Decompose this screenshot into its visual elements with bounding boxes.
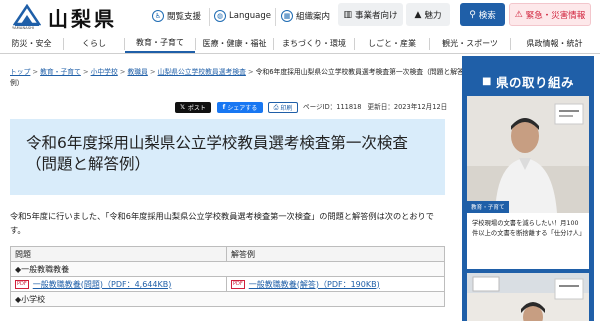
kitchen-photo-icon [467, 273, 589, 321]
pdf-icon: PDF [15, 279, 29, 289]
section-elementary: ◆小学校 [10, 291, 445, 307]
table-cell: PDF 一般教職教養(問題)（PDF：4,644KB) [10, 276, 227, 292]
mountain-icon: ▲ [414, 9, 422, 20]
language-label: Language [229, 11, 271, 21]
initiative-card-caption[interactable]: 学校現場の文書を減らしたい！月100件以上の文書を断捨離する「仕分け人」 [467, 213, 589, 269]
nav-item-industry[interactable]: しごと・産業 [355, 34, 429, 53]
page-title: 令和6年度採用山梨県公立学校教員選考検査第一次検査（問題と解答例） [26, 134, 408, 173]
organization-label: 組織案内 [296, 12, 331, 22]
breadcrumb-link-exam[interactable]: 山梨県公立学校教員選考検査 [158, 68, 246, 76]
table-cell: PDF 一般教職教養(解答)（PDF：190KB) [226, 276, 445, 292]
charm-label: 魅力 [424, 10, 442, 21]
general-answer-pdf-link[interactable]: 一般教職教養(解答)（PDF：190KB) [249, 280, 380, 289]
table-header-answer: 解答例 [226, 246, 445, 262]
charm-button[interactable]: ▲ 魅力 [406, 3, 450, 26]
breadcrumb-link-teachers[interactable]: 教職員 [127, 68, 147, 76]
page-title-box: 令和6年度採用山梨県公立学校教員選考検査第一次検査（問題と解答例） [10, 119, 445, 195]
table-header-question: 問題 [10, 246, 227, 262]
sidebar-title-label: 県の取り組み [495, 74, 574, 90]
breadcrumb-separator: > [32, 68, 39, 76]
warning-icon: ⚠ [514, 9, 523, 20]
breadcrumb-link-top[interactable]: トップ [10, 68, 30, 76]
emergency-label: 緊急・災害情報 [525, 10, 586, 21]
logo-sub: YAMANASHI [12, 26, 35, 30]
pdf-icon: PDF [231, 279, 245, 289]
breadcrumb-link-schools[interactable]: 小中学校 [91, 68, 118, 76]
accessibility-label: 閲覧支援 [167, 12, 202, 22]
breadcrumb-separator: > [82, 68, 89, 76]
initiative-card-image[interactable]: 教育・子育て [467, 96, 589, 213]
initiatives-sidebar: ■ 県の取り組み 教育・子育て 学校現場の文書を減らしたい！月100件以上の文書… [462, 56, 594, 321]
print-button[interactable]: ⎙ 印刷 [268, 102, 298, 113]
yamanashi-logo-icon[interactable] [13, 4, 41, 28]
nav-item-government[interactable]: 県政情報・統計 [511, 34, 598, 53]
updated-date: 更新日：2023年12月12日 [367, 103, 448, 111]
search-label: 検索 [478, 10, 496, 21]
search-icon: ⚲ [469, 9, 476, 20]
header-divider [209, 8, 210, 26]
x-post-label: ポスト [187, 105, 206, 112]
breadcrumb-link-education[interactable]: 教育・子育て [40, 68, 81, 76]
table-header-row: 問題 解答例 [10, 246, 445, 262]
breadcrumb-separator: > [119, 68, 126, 76]
global-nav: 防災・安全 くらし 教育・子育て 医療・健康・福祉 まちづくり・環境 しごと・産… [0, 34, 600, 54]
language-link[interactable]: ◍ Language [214, 8, 271, 24]
page-meta: ページID：111818 更新日：2023年12月12日 [303, 102, 447, 113]
square-icon: ■ [482, 75, 492, 87]
header-divider [275, 8, 276, 26]
business-button[interactable]: ▥ 事業者向け [338, 3, 403, 26]
breadcrumb-separator: > [149, 68, 156, 76]
facebook-icon: f [222, 104, 226, 111]
table-row: ◆一般教職教養 [10, 261, 445, 277]
interview-photo-icon [467, 96, 589, 213]
accessibility-icon: ♿ [152, 10, 164, 22]
general-question-pdf-link[interactable]: 一般教職教養(問題)（PDF：4,644KB) [33, 280, 172, 289]
table-row: ◆小学校 [10, 291, 445, 307]
site-header: YAMANASHI 山梨県 ♿ 閲覧支援 ◍ Language ▦ 組織案内 ▥… [0, 0, 600, 34]
globe-icon: ◍ [214, 10, 226, 22]
nav-item-education[interactable]: 教育・子育て [125, 34, 195, 53]
site-logo-text[interactable]: 山梨県 [48, 3, 117, 32]
business-label: 事業者向け [355, 10, 398, 21]
sidebar-title: ■ 県の取り組み [462, 70, 594, 92]
nav-item-health[interactable]: 医療・健康・福祉 [196, 34, 273, 53]
intro-text: 令和5年度に行いました、「令和6年度採用山梨県公立学校教員選考検査第一次検査」の… [10, 211, 434, 235]
breadcrumb-separator: > [247, 68, 254, 76]
card-category-tag: 教育・子育て [467, 201, 509, 213]
organization-link[interactable]: ▦ 組織案内 [281, 8, 330, 24]
emergency-button[interactable]: ⚠ 緊急・災害情報 [509, 3, 591, 26]
nav-item-tourism[interactable]: 観光・スポーツ [430, 34, 510, 53]
breadcrumb: トップ > 教育・子育て > 小中学校 > 教職員 > 山梨県公立学校教員選考検査 > 令和6年度採… [10, 67, 470, 89]
building-icon: ▦ [281, 10, 293, 22]
exam-table: 問題 解答例 ◆一般教職教養 PDF 一般教職教養(問題)（PDF：4,644KB… [10, 246, 445, 307]
office-icon: ▥ [343, 9, 352, 20]
search-button[interactable]: ⚲ 検索 [460, 3, 505, 26]
table-row: PDF 一般教職教養(問題)（PDF：4,644KB) PDF 一般教職教養(解答)… [10, 276, 445, 292]
accessibility-link[interactable]: ♿ 閲覧支援 [152, 8, 201, 24]
printer-icon: ⎙ [273, 103, 279, 111]
nav-item-living[interactable]: くらし [64, 34, 124, 53]
nav-item-environment[interactable]: まちづくり・環境 [274, 34, 354, 53]
nav-item-disaster[interactable]: 防災・安全 [0, 34, 63, 53]
section-general: ◆一般教職教養 [10, 261, 445, 277]
x-post-button[interactable]: 𝕏 ポスト [175, 102, 211, 113]
x-logo-icon: 𝕏 [180, 104, 185, 111]
print-label: 印刷 [280, 105, 293, 112]
facebook-share-label: シェアする [227, 105, 258, 112]
page-id: ページID：111818 [303, 103, 362, 111]
facebook-share-button[interactable]: f シェアする [217, 102, 263, 113]
initiative-card-image[interactable] [467, 273, 589, 321]
